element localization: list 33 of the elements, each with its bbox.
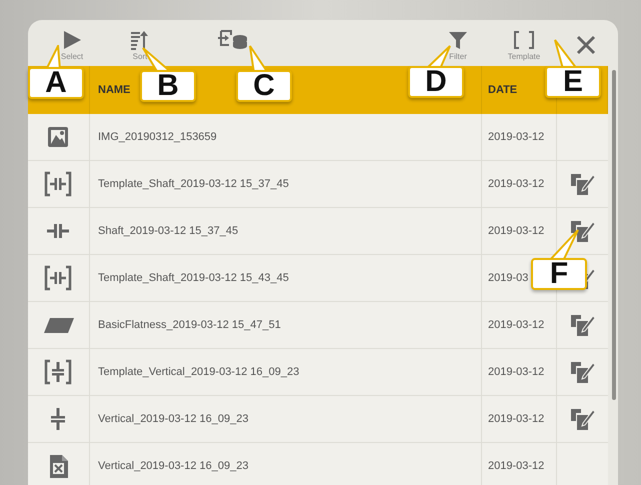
column-header[interactable]: DATE (488, 84, 518, 96)
file-date: 2019-03-12 (488, 460, 544, 472)
sort-icon[interactable] (130, 30, 150, 50)
file-date: 2019-03-12 (488, 131, 544, 143)
edit-icon[interactable] (570, 407, 596, 431)
file-date: 2019-03-12 (488, 366, 544, 378)
bracketed-vertical-icon (44, 359, 74, 385)
file-date: 2019-03-12 (488, 225, 544, 237)
close-button[interactable] (575, 34, 597, 56)
callout-tooltip: F (531, 258, 587, 290)
scrollbar[interactable] (612, 70, 616, 400)
file-date: 2019-03-12 (488, 178, 544, 190)
file-date: 2019-03-12 (488, 319, 544, 331)
file-date: 2019-03-12 (488, 413, 544, 425)
file-date: 2019-03 (488, 272, 528, 284)
file-name[interactable]: Template_Vertical_2019-03-12 16_09_23 (98, 366, 300, 378)
file-name[interactable]: Vertical_2019-03-12 16_09_23 (98, 460, 248, 472)
pointer-icon[interactable] (61, 30, 83, 50)
edit-icon[interactable] (570, 172, 596, 196)
bracketed-shaft-icon (44, 265, 74, 291)
file-name[interactable]: IMG_20190312_153659 (98, 131, 217, 143)
file-name[interactable]: Template_Shaft_2019-03-12 15_37_45 (98, 178, 289, 190)
database-import-icon[interactable] (216, 28, 248, 50)
edit-icon[interactable] (570, 313, 596, 337)
bracket-icon[interactable] (513, 30, 535, 50)
column-header[interactable]: NAME (98, 84, 130, 96)
bracketed-shaft-icon (44, 171, 74, 197)
edit-icon[interactable] (570, 360, 596, 384)
file-name[interactable]: BasicFlatness_2019-03-12 15_47_51 (98, 319, 281, 331)
file-name[interactable]: Template_Shaft_2019-03-12 15_43_45 (98, 272, 289, 284)
file-name[interactable]: Vertical_2019-03-12 16_09_23 (98, 413, 248, 425)
file-name[interactable]: Shaft_2019-03-12 15_37_45 (98, 225, 238, 237)
filter-icon[interactable] (448, 30, 468, 50)
